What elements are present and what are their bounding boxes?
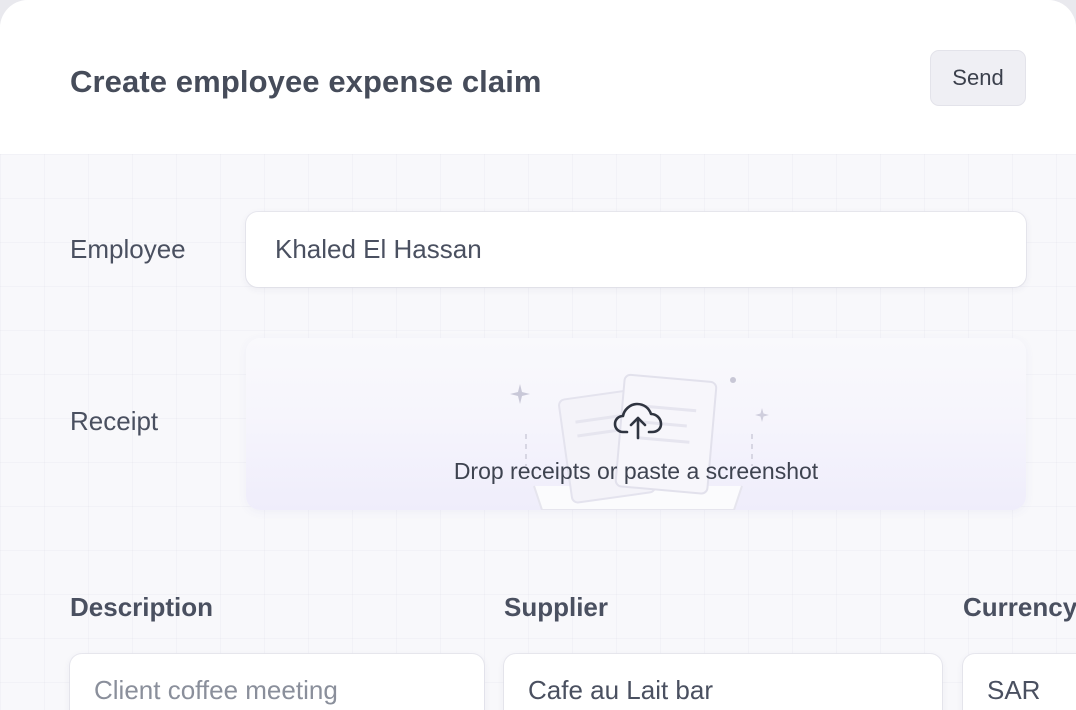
receipt-label: Receipt (70, 406, 159, 436)
page-title: Create employee expense claim (70, 64, 542, 99)
currency-field[interactable]: SAR (963, 654, 1076, 710)
description-field[interactable]: Client coffee meeting (70, 654, 484, 710)
currency-label: Currency (963, 592, 1076, 622)
sparkle-icon (510, 384, 530, 404)
employee-label: Employee (70, 234, 186, 264)
expense-claim-window: Create employee expense claim Send Emplo… (0, 0, 1076, 710)
dot (730, 377, 736, 383)
supplier-label: Supplier (504, 592, 609, 622)
supplier-field[interactable]: Cafe au Lait bar (504, 654, 942, 710)
employee-field[interactable]: Khaled El Hassan (246, 212, 1026, 287)
description-label: Description (70, 592, 214, 622)
sparkle-icon (755, 408, 769, 422)
dropzone-text: Drop receipts or paste a screenshot (453, 458, 819, 484)
send-button[interactable]: Send (930, 50, 1026, 106)
header: Create employee expense claim Send (0, 0, 1076, 154)
receipt-dropzone[interactable]: Drop receipts or paste a screenshot (246, 338, 1026, 510)
